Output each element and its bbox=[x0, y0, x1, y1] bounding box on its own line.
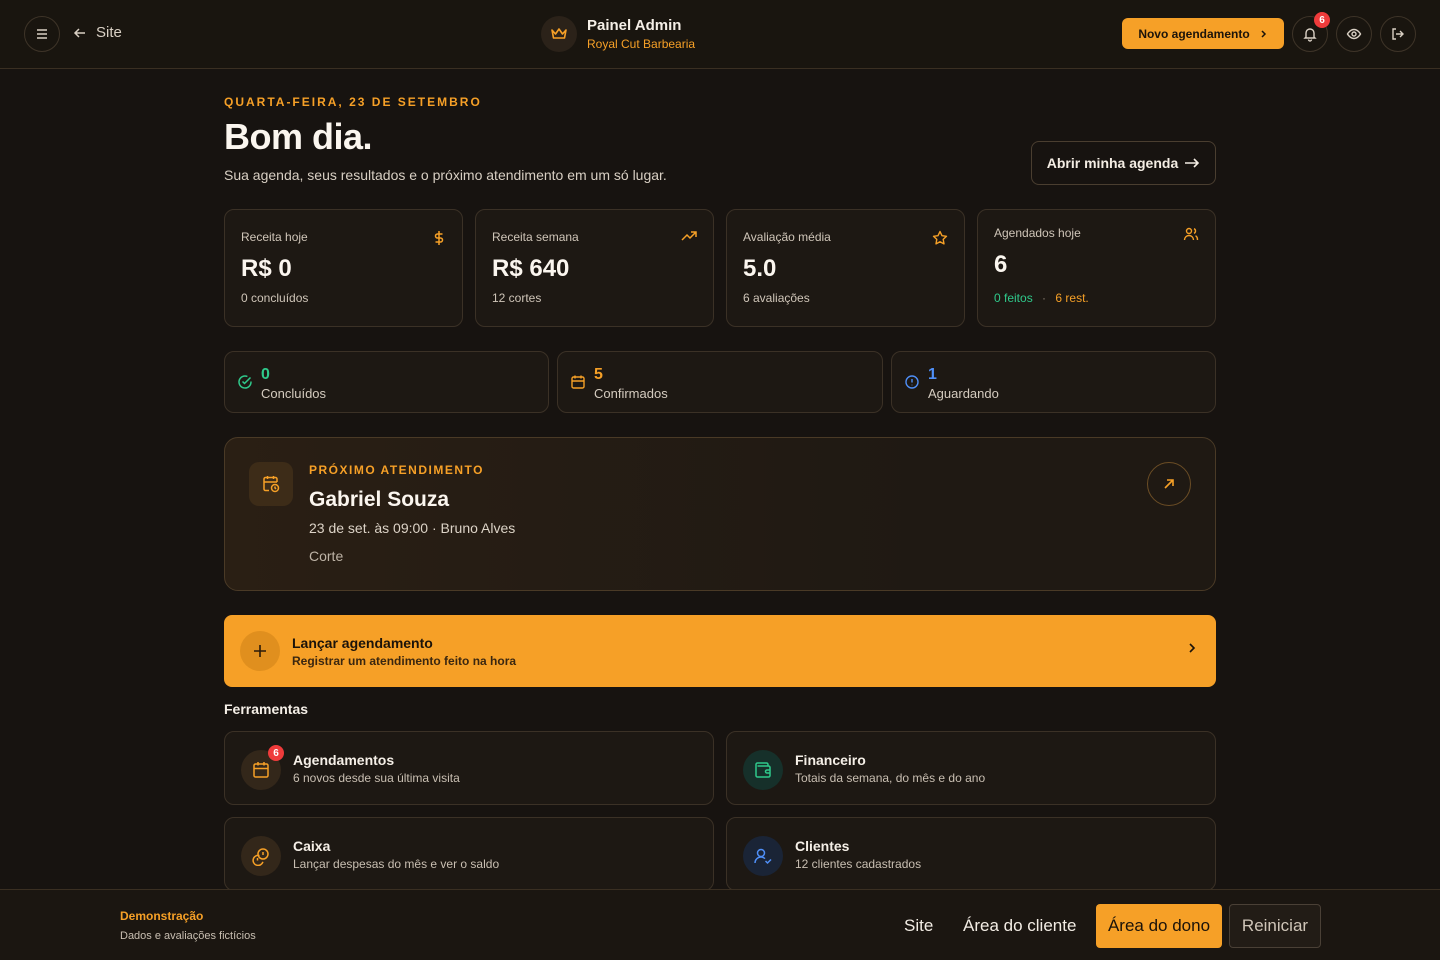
footer-link-site[interactable]: Site bbox=[904, 916, 933, 936]
tool-title: Financeiro bbox=[795, 752, 866, 768]
stat-card-revenue-today: Receita hoje R$ 0 0 concluídos bbox=[224, 209, 463, 327]
next-appointment-when: 23 de set. às 09:00 · Bruno Alves bbox=[309, 520, 516, 536]
stat-label: Receita hoje bbox=[241, 230, 308, 244]
status-value: 0 bbox=[261, 366, 270, 383]
status-value: 1 bbox=[928, 366, 937, 383]
stat-sub-breakdown: 0 feitos · 6 rest. bbox=[994, 291, 1089, 305]
eye-icon bbox=[1346, 28, 1362, 40]
stat-card-rating: Avaliação média 5.0 6 avaliações bbox=[726, 209, 965, 327]
demo-bar: Demonstração Dados e avaliações fictício… bbox=[0, 889, 1440, 960]
tool-financial[interactable]: Financeiro Totais da semana, do mês e do… bbox=[726, 731, 1216, 805]
trending-up-icon bbox=[681, 231, 697, 241]
launch-appointment-button[interactable]: Lançar agendamento Registrar um atendime… bbox=[224, 615, 1216, 687]
status-value: 5 bbox=[594, 366, 603, 383]
wallet-icon bbox=[743, 750, 783, 790]
open-agenda-button[interactable]: Abrir minha agenda bbox=[1031, 141, 1216, 185]
tools-section-title: Ferramentas bbox=[224, 701, 309, 717]
done-count: 0 feitos bbox=[994, 291, 1033, 305]
calendar-icon: 6 bbox=[241, 745, 284, 790]
tool-subtitle: 12 clientes cadastrados bbox=[795, 857, 922, 871]
chevron-right-icon bbox=[1261, 29, 1266, 38]
stat-value: R$ 0 bbox=[241, 255, 292, 282]
arrow-right-icon bbox=[1185, 158, 1200, 168]
brand-subtitle: Royal Cut Barbearia bbox=[587, 37, 696, 51]
bell-icon bbox=[1303, 28, 1317, 42]
stat-value: 6 bbox=[994, 251, 1008, 278]
stat-label: Receita semana bbox=[492, 230, 579, 244]
stat-card-scheduled-today: Agendados hoje 6 0 feitos · 6 rest. bbox=[977, 209, 1216, 327]
next-appointment-service: Corte bbox=[309, 548, 344, 564]
tool-subtitle: Lançar despesas do mês e ver o saldo bbox=[293, 857, 500, 871]
notification-badge: 6 bbox=[1314, 12, 1330, 28]
status-label: Concluídos bbox=[261, 386, 327, 401]
next-appointment-card: PRÓXIMO ATENDIMENTO Gabriel Souza 23 de … bbox=[224, 437, 1216, 591]
demo-title: Demonstração bbox=[120, 909, 204, 923]
stat-card-revenue-week: Receita semana R$ 640 12 cortes bbox=[475, 209, 714, 327]
alert-circle-icon bbox=[905, 375, 919, 389]
next-client-name: Gabriel Souza bbox=[309, 488, 450, 511]
dollar-icon bbox=[434, 231, 444, 245]
stat-sub: 0 concluídos bbox=[241, 291, 309, 305]
coins-icon bbox=[241, 836, 281, 876]
page-subtitle: Sua agenda, seus resultados e o próximo … bbox=[224, 167, 667, 183]
footer-link-owner-area[interactable]: Área do dono bbox=[1096, 904, 1222, 948]
brand-title: Painel Admin bbox=[587, 17, 682, 34]
status-card-completed[interactable]: 0 Concluídos bbox=[224, 351, 549, 413]
stat-value: R$ 640 bbox=[492, 255, 570, 282]
stat-value: 5.0 bbox=[743, 255, 777, 282]
demo-subtitle: Dados e avaliações fictícios bbox=[120, 930, 256, 942]
calendar-clock-icon bbox=[249, 462, 293, 506]
separator: · bbox=[1042, 291, 1047, 305]
new-appointment-label: Novo agendamento bbox=[1138, 26, 1250, 41]
notifications-button[interactable]: 6 bbox=[1292, 12, 1330, 52]
chevron-right-icon bbox=[1189, 643, 1196, 653]
users-icon bbox=[1183, 227, 1199, 241]
tool-title: Agendamentos bbox=[293, 752, 395, 768]
footer-link-client-area[interactable]: Área do cliente bbox=[963, 916, 1076, 936]
arrow-left-icon bbox=[73, 27, 85, 38]
launch-subtitle: Registrar um atendimento feito na hora bbox=[292, 654, 517, 668]
next-appointment-kicker: PRÓXIMO ATENDIMENTO bbox=[309, 463, 484, 477]
stat-sub: 6 avaliações bbox=[743, 291, 810, 305]
status-label: Confirmados bbox=[594, 386, 668, 401]
tool-title: Caixa bbox=[293, 838, 331, 854]
stat-sub: 12 cortes bbox=[492, 291, 542, 305]
tool-title: Clientes bbox=[795, 838, 850, 854]
top-bar: Site Painel Admin Royal Cut Barbearia No… bbox=[0, 0, 1440, 69]
calendar-icon bbox=[571, 375, 585, 389]
status-card-waiting[interactable]: 1 Aguardando bbox=[891, 351, 1216, 413]
open-next-appointment-button[interactable] bbox=[1147, 462, 1191, 506]
arrow-up-right-icon bbox=[1164, 479, 1174, 489]
reset-button[interactable]: Reiniciar bbox=[1229, 904, 1321, 948]
menu-button[interactable] bbox=[24, 16, 60, 52]
open-agenda-label: Abrir minha agenda bbox=[1046, 155, 1179, 171]
preview-button[interactable] bbox=[1336, 16, 1372, 52]
plus-icon bbox=[240, 631, 280, 671]
star-icon bbox=[932, 230, 948, 245]
tool-subtitle: 6 novos desde sua última visita bbox=[293, 771, 460, 785]
menu-icon bbox=[37, 29, 47, 39]
site-link-label: Site bbox=[96, 24, 122, 41]
tool-clients[interactable]: Clientes 12 clientes cadastrados bbox=[726, 817, 1216, 891]
logout-icon bbox=[1392, 28, 1404, 40]
tool-cash[interactable]: Caixa Lançar despesas do mês e ver o sal… bbox=[224, 817, 714, 891]
tool-appointments[interactable]: 6 Agendamentos 6 novos desde sua última … bbox=[224, 731, 714, 805]
logout-button[interactable] bbox=[1380, 16, 1416, 52]
crown-icon bbox=[541, 16, 577, 52]
brand: Painel Admin Royal Cut Barbearia bbox=[541, 16, 695, 52]
tool-subtitle: Totais da semana, do mês e do ano bbox=[795, 771, 986, 785]
date-label: QUARTA-FEIRA, 23 DE SETEMBRO bbox=[224, 95, 482, 109]
stat-label: Avaliação média bbox=[743, 230, 831, 244]
status-label: Aguardando bbox=[928, 386, 999, 401]
status-card-confirmed[interactable]: 5 Confirmados bbox=[557, 351, 883, 413]
stat-label: Agendados hoje bbox=[994, 226, 1081, 240]
page-title: Bom dia. bbox=[224, 116, 373, 157]
new-appointment-button[interactable]: Novo agendamento bbox=[1122, 18, 1284, 49]
launch-title: Lançar agendamento bbox=[292, 635, 433, 651]
check-circle-icon bbox=[238, 375, 252, 389]
user-check-icon bbox=[743, 836, 783, 876]
tool-badge: 6 bbox=[268, 745, 284, 761]
back-to-site-link[interactable]: Site bbox=[72, 24, 122, 41]
remaining-count: 6 rest. bbox=[1055, 291, 1089, 305]
